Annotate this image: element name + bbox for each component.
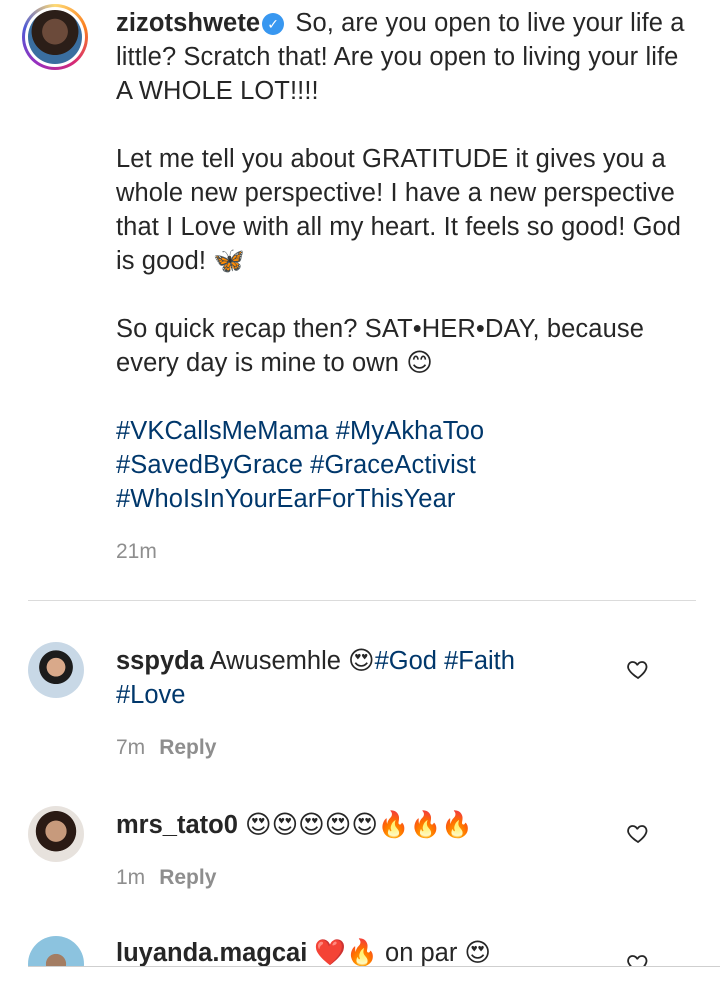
bottom-divider (28, 966, 720, 967)
comment-meta: 1m Reply (116, 866, 216, 890)
reply-button[interactable]: Reply (159, 866, 216, 889)
comment-text: luyanda.magcai ❤️🔥 on par 😍 (116, 936, 596, 966)
author-username[interactable]: zizotshwete (116, 9, 260, 37)
like-heart-icon[interactable] (626, 951, 650, 966)
hashtag-link[interactable]: #WhoIsInYourEarForThisYear (116, 485, 455, 513)
comment-body: ❤️🔥 on par 😍 (314, 939, 491, 966)
comment-timestamp: 7m (116, 736, 146, 759)
comment-text: mrs_tato0 😍😍😍😍😍🔥🔥🔥 (116, 808, 596, 842)
commenter-avatar[interactable] (28, 642, 84, 698)
author-avatar[interactable] (28, 10, 82, 64)
comment-body: Awusemhle 😍 (209, 647, 375, 675)
commenter-username[interactable]: luyanda.magcai (116, 939, 307, 966)
hashtag-link[interactable]: #GraceActivist (310, 451, 476, 479)
comment-item: mrs_tato0 😍😍😍😍😍🔥🔥🔥 1m Reply (0, 804, 720, 914)
comment-text: sspyda Awusemhle 😍#God #Faith #Love (116, 644, 596, 712)
verified-badge-icon: ✓ (262, 13, 285, 35)
hashtag-link[interactable]: #Love (116, 681, 185, 709)
commenter-username[interactable]: sspyda (116, 647, 204, 675)
hashtag-link[interactable]: #VKCallsMeMama (116, 417, 329, 445)
like-heart-icon[interactable] (626, 821, 650, 845)
post-caption: zizotshwete ✓ So, are you open to live yo… (0, 0, 720, 600)
comment-meta: 7m Reply (116, 736, 216, 760)
reply-button[interactable]: Reply (159, 736, 216, 759)
comment-timestamp: 1m (116, 866, 146, 889)
hashtag-link[interactable]: #Faith (444, 647, 515, 675)
hashtag-link[interactable]: #MyAkhaToo (336, 417, 484, 445)
author-avatar-ring[interactable] (22, 4, 88, 70)
hashtag-link[interactable]: #God (375, 647, 437, 675)
post-timestamp: 21m (116, 540, 157, 563)
commenter-avatar[interactable] (28, 806, 84, 862)
comment-item: sspyda Awusemhle 😍#God #Faith #Love 7m Re… (0, 640, 720, 770)
commenter-avatar[interactable] (28, 936, 84, 966)
hashtag-link[interactable]: #SavedByGrace (116, 451, 303, 479)
caption-paragraph-3: So quick recap then? SAT•HER•DAY, becaus… (116, 315, 644, 377)
comment-item: luyanda.magcai ❤️🔥 on par 😍 (0, 934, 720, 966)
caption-text: zizotshwete ✓ So, are you open to live yo… (116, 6, 696, 516)
comment-body: 😍😍😍😍😍🔥🔥🔥 (244, 811, 474, 839)
caption-hashtags: #VKCallsMeMama #MyAkhaToo #SavedByGrace … (116, 414, 696, 516)
divider (28, 600, 696, 601)
commenter-username[interactable]: mrs_tato0 (116, 811, 238, 839)
caption-paragraph-2: Let me tell you about GRATITUDE it gives… (116, 145, 682, 275)
like-heart-icon[interactable] (626, 657, 650, 681)
